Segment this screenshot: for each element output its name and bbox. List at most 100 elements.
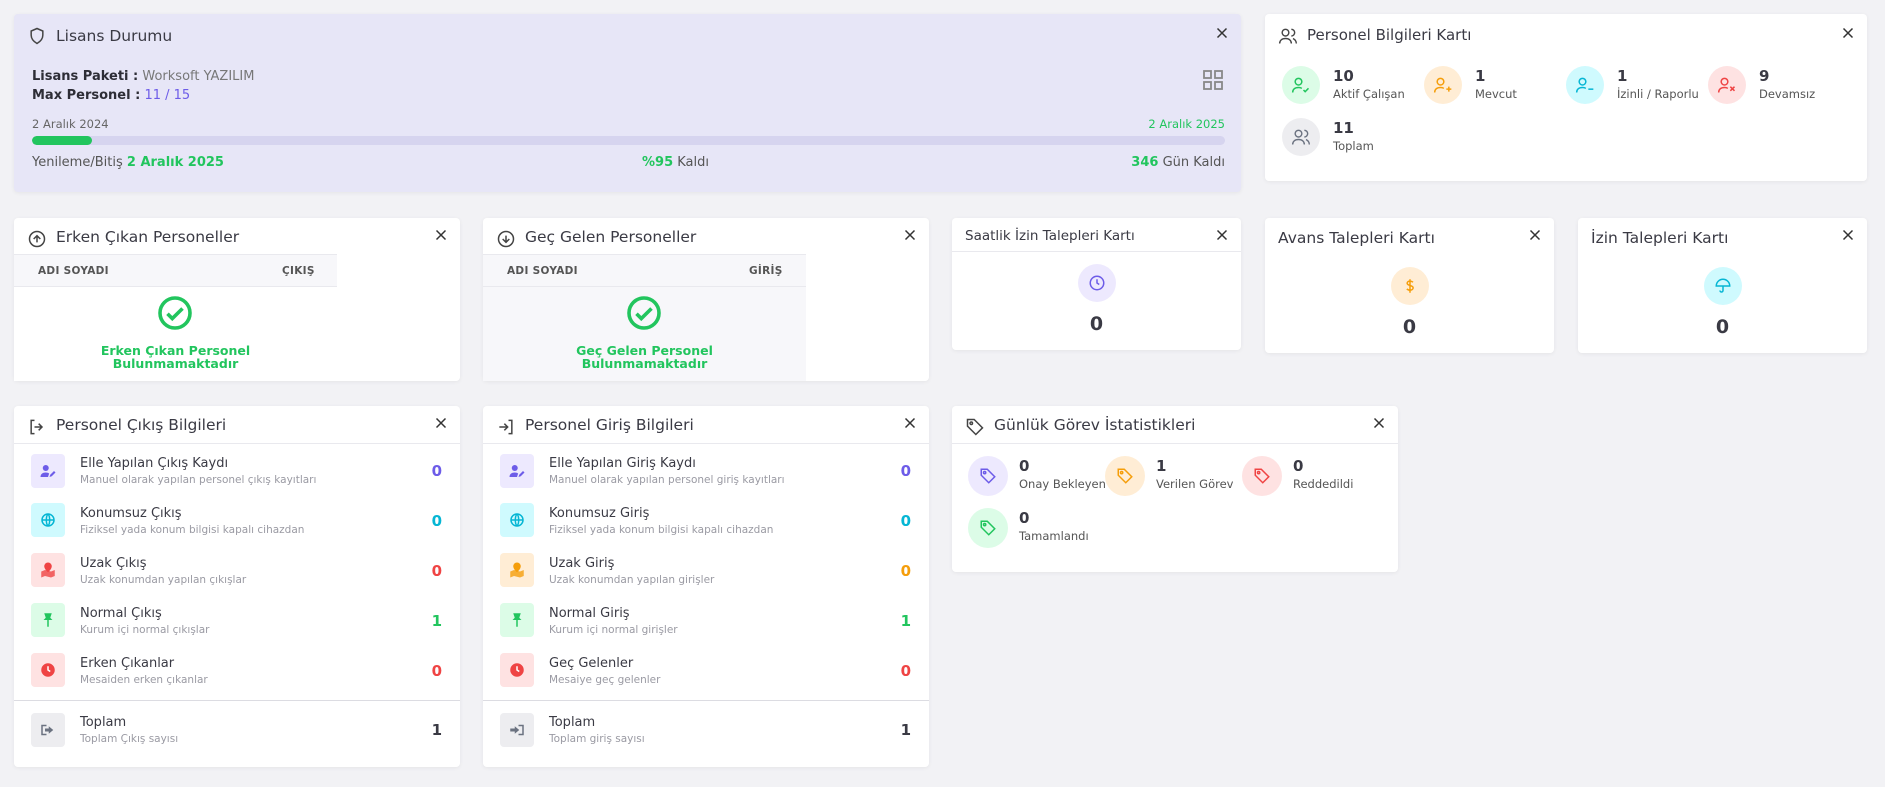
percent-label: Kaldı bbox=[677, 155, 710, 170]
close-icon[interactable] bbox=[901, 226, 919, 244]
row-title: Elle Yapılan Çıkış Kaydı bbox=[80, 456, 229, 471]
map-pin-icon bbox=[31, 553, 65, 587]
renew-date: 2 Aralık 2025 bbox=[126, 155, 224, 170]
close-icon[interactable] bbox=[1213, 24, 1231, 42]
globe-icon bbox=[31, 503, 65, 537]
license-progress-fill bbox=[32, 136, 92, 145]
map-pin-icon bbox=[500, 553, 534, 587]
row-title: Konumsuz Çıkış bbox=[80, 506, 182, 521]
pin-icon bbox=[31, 603, 65, 637]
package-line: Lisans Paketi : Worksoft YAZILIM bbox=[32, 69, 254, 84]
column-header-name: ADI SOYADI bbox=[38, 265, 109, 277]
active-employee-label: Aktif Çalışan bbox=[1333, 87, 1405, 101]
max-personnel-line: Max Personel : 11 / 15 bbox=[32, 88, 190, 103]
total-count: 11 bbox=[1333, 119, 1354, 137]
pending-label: Onay Bekleyen bbox=[1019, 477, 1106, 491]
divider bbox=[483, 700, 929, 701]
row-title: Erken Çıkanlar bbox=[80, 656, 175, 671]
arrow-down-circle-icon bbox=[497, 230, 515, 248]
row-value: 0 bbox=[431, 512, 442, 530]
user-minus-icon bbox=[1566, 66, 1604, 104]
checkout-card: Personel Çıkış Bilgileri Elle Yapılan Çı… bbox=[14, 406, 460, 767]
close-icon[interactable] bbox=[1370, 414, 1388, 432]
row-title: Konumsuz Giriş bbox=[549, 506, 650, 521]
absent-label: Devamsız bbox=[1759, 87, 1816, 101]
days-label: Gün Kaldı bbox=[1162, 155, 1225, 170]
close-icon[interactable] bbox=[1839, 226, 1857, 244]
absent-count: 9 bbox=[1759, 67, 1770, 85]
leave-title: İzin Talepleri Kartı bbox=[1591, 229, 1729, 247]
row-subtitle: Kurum içi normal girişler bbox=[549, 624, 678, 636]
tasks-title: Günlük Görev İstatistikleri bbox=[994, 416, 1196, 434]
users-total-icon bbox=[1282, 118, 1320, 156]
row-title: Elle Yapılan Giriş Kaydı bbox=[549, 456, 696, 471]
row-value: 0 bbox=[900, 512, 911, 530]
tag-assigned-icon bbox=[1105, 456, 1145, 496]
row-value: 0 bbox=[431, 662, 442, 680]
active-employee-icon bbox=[1282, 66, 1320, 104]
check-circle-icon bbox=[158, 296, 192, 330]
row-subtitle: Kurum içi normal çıkışlar bbox=[80, 624, 210, 636]
close-icon[interactable] bbox=[1526, 226, 1544, 244]
shield-icon bbox=[30, 27, 44, 45]
days-value: 346 bbox=[1131, 155, 1159, 170]
users-icon bbox=[1278, 28, 1298, 44]
hourly-leave-card: Saatlik İzin Talepleri Kartı 0 bbox=[952, 218, 1241, 350]
divider bbox=[952, 251, 1241, 252]
user-edit-icon bbox=[500, 454, 534, 488]
row-value: 0 bbox=[900, 662, 911, 680]
row-value: 1 bbox=[900, 612, 911, 630]
advance-title: Avans Talepleri Kartı bbox=[1278, 229, 1435, 247]
tag-completed-icon bbox=[968, 508, 1008, 548]
pin-icon bbox=[500, 603, 534, 637]
user-plus-icon bbox=[1424, 66, 1462, 104]
hourly-leave-title: Saatlik İzin Talepleri Kartı bbox=[965, 228, 1135, 244]
row-subtitle: Mesaiye geç gelenler bbox=[549, 674, 661, 686]
late-comers-card: Geç Gelen Personeller ADI SOYADI GİRİŞ G… bbox=[483, 218, 929, 381]
close-icon[interactable] bbox=[1839, 24, 1857, 42]
personnel-title: Personel Bilgileri Kartı bbox=[1307, 26, 1472, 44]
tag-rejected-icon bbox=[1242, 456, 1282, 496]
on-leave-label: İzinli / Raporlu bbox=[1617, 87, 1699, 101]
close-icon[interactable] bbox=[432, 414, 450, 432]
present-count: 1 bbox=[1475, 67, 1486, 85]
on-leave-count: 1 bbox=[1617, 67, 1628, 85]
row-value: 1 bbox=[900, 721, 911, 739]
percent-value: %95 bbox=[642, 155, 674, 170]
log-in-icon bbox=[499, 419, 513, 435]
late-comers-title: Geç Gelen Personeller bbox=[525, 228, 697, 246]
row-title: Normal Çıkış bbox=[80, 606, 162, 621]
package-label: Lisans Paketi : bbox=[32, 69, 139, 84]
clock-icon bbox=[31, 653, 65, 687]
license-card: Lisans Durumu Lisans Paketi : Worksoft Y… bbox=[14, 14, 1241, 192]
checkin-card: Personel Giriş Bilgileri Elle Yapılan Gi… bbox=[483, 406, 929, 767]
row-subtitle: Mesaiden erken çıkanlar bbox=[80, 674, 208, 686]
grid-icon[interactable] bbox=[1201, 68, 1225, 92]
advance-card: Avans Talepleri Kartı 0 bbox=[1265, 218, 1554, 353]
row-subtitle: Uzak konumdan yapılan çıkışlar bbox=[80, 574, 247, 586]
row-value: 0 bbox=[431, 462, 442, 480]
total-label: Toplam bbox=[1333, 139, 1374, 153]
row-subtitle: Toplam giriş sayısı bbox=[549, 733, 645, 745]
early-leavers-title: Erken Çıkan Personeller bbox=[56, 228, 240, 246]
close-icon[interactable] bbox=[1213, 226, 1231, 244]
row-subtitle: Uzak konumdan yapılan girişler bbox=[549, 574, 715, 586]
close-icon[interactable] bbox=[901, 414, 919, 432]
user-x-icon bbox=[1708, 66, 1746, 104]
divider bbox=[483, 254, 806, 255]
divider bbox=[14, 254, 337, 255]
max-value: 11 / 15 bbox=[144, 88, 191, 103]
sign-in-icon bbox=[500, 713, 534, 747]
row-title: Toplam bbox=[80, 715, 127, 730]
column-header-entry: GİRİŞ bbox=[749, 265, 783, 277]
divider bbox=[952, 443, 1398, 444]
tag-pending-icon bbox=[968, 456, 1008, 496]
package-value: Worksoft YAZILIM bbox=[142, 69, 255, 84]
start-date: 2 Aralık 2024 bbox=[32, 117, 109, 131]
dollar-icon bbox=[1391, 267, 1429, 305]
close-icon[interactable] bbox=[432, 226, 450, 244]
row-value: 0 bbox=[900, 462, 911, 480]
divider bbox=[483, 443, 929, 444]
globe-icon bbox=[500, 503, 534, 537]
column-header-name: ADI SOYADI bbox=[507, 265, 578, 277]
